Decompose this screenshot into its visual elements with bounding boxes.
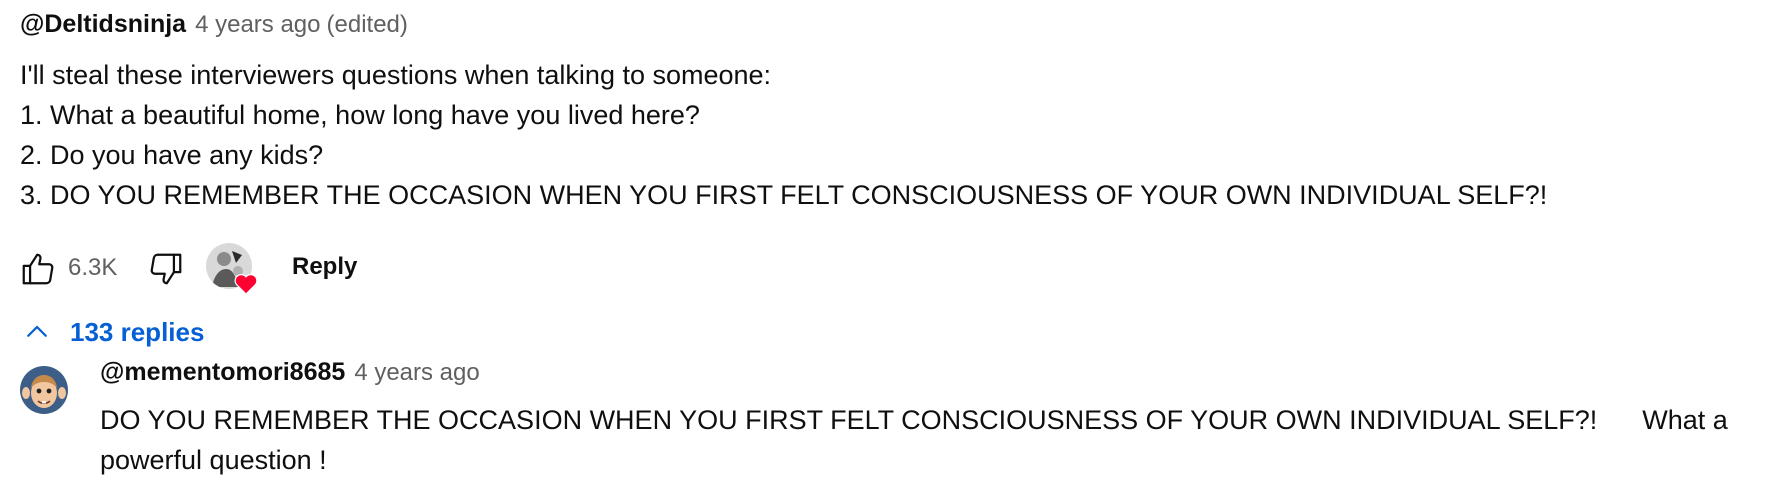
reply-content: @mementomori8685 4 years ago DO YOU REME… xyxy=(100,358,1778,480)
reply-button[interactable]: Reply xyxy=(270,243,379,291)
reply-author[interactable]: @mementomori8685 xyxy=(100,358,345,387)
comment-header: @Deltidsninja 4 years ago (edited) xyxy=(20,10,1760,44)
comment-line: 3. DO YOU REMEMBER THE OCCASION WHEN YOU… xyxy=(20,180,1548,210)
like-count: 6.3K xyxy=(68,254,118,281)
replies-count-label: 133 replies xyxy=(70,316,205,347)
chevron-up-icon xyxy=(27,325,47,337)
comment-line: I'll steal these interviewers questions … xyxy=(20,60,772,90)
thumbs-down-icon xyxy=(150,253,182,285)
comment-thread: @Deltidsninja 4 years ago (edited) I'll … xyxy=(20,10,1760,295)
avatar[interactable] xyxy=(20,366,68,414)
comment-edited-label: (edited) xyxy=(326,11,408,38)
dislike-button[interactable] xyxy=(144,247,188,291)
reply-timestamp[interactable]: 4 years ago xyxy=(354,359,479,387)
reply-text: DO YOU REMEMBER THE OCCASION WHEN YOU FI… xyxy=(100,405,1736,475)
replies-toggle-button[interactable]: 133 replies xyxy=(22,308,204,356)
comment-line: 2. Do you have any kids? xyxy=(20,140,324,170)
comment-timestamp[interactable]: 4 years ago xyxy=(195,11,320,39)
heart-icon xyxy=(234,274,258,295)
comment-action-bar: 6.3K Reply xyxy=(20,235,720,299)
like-button[interactable] xyxy=(16,247,60,291)
creator-heart[interactable] xyxy=(206,243,258,295)
comment-line: 1. What a beautiful home, how long have … xyxy=(20,100,700,130)
comment-author[interactable]: @Deltidsninja xyxy=(20,10,186,39)
reply-header: @mementomori8685 4 years ago xyxy=(100,358,1778,398)
thumbs-up-icon xyxy=(22,253,54,285)
comment-body: I'll steal these interviewers questions … xyxy=(20,55,1760,215)
